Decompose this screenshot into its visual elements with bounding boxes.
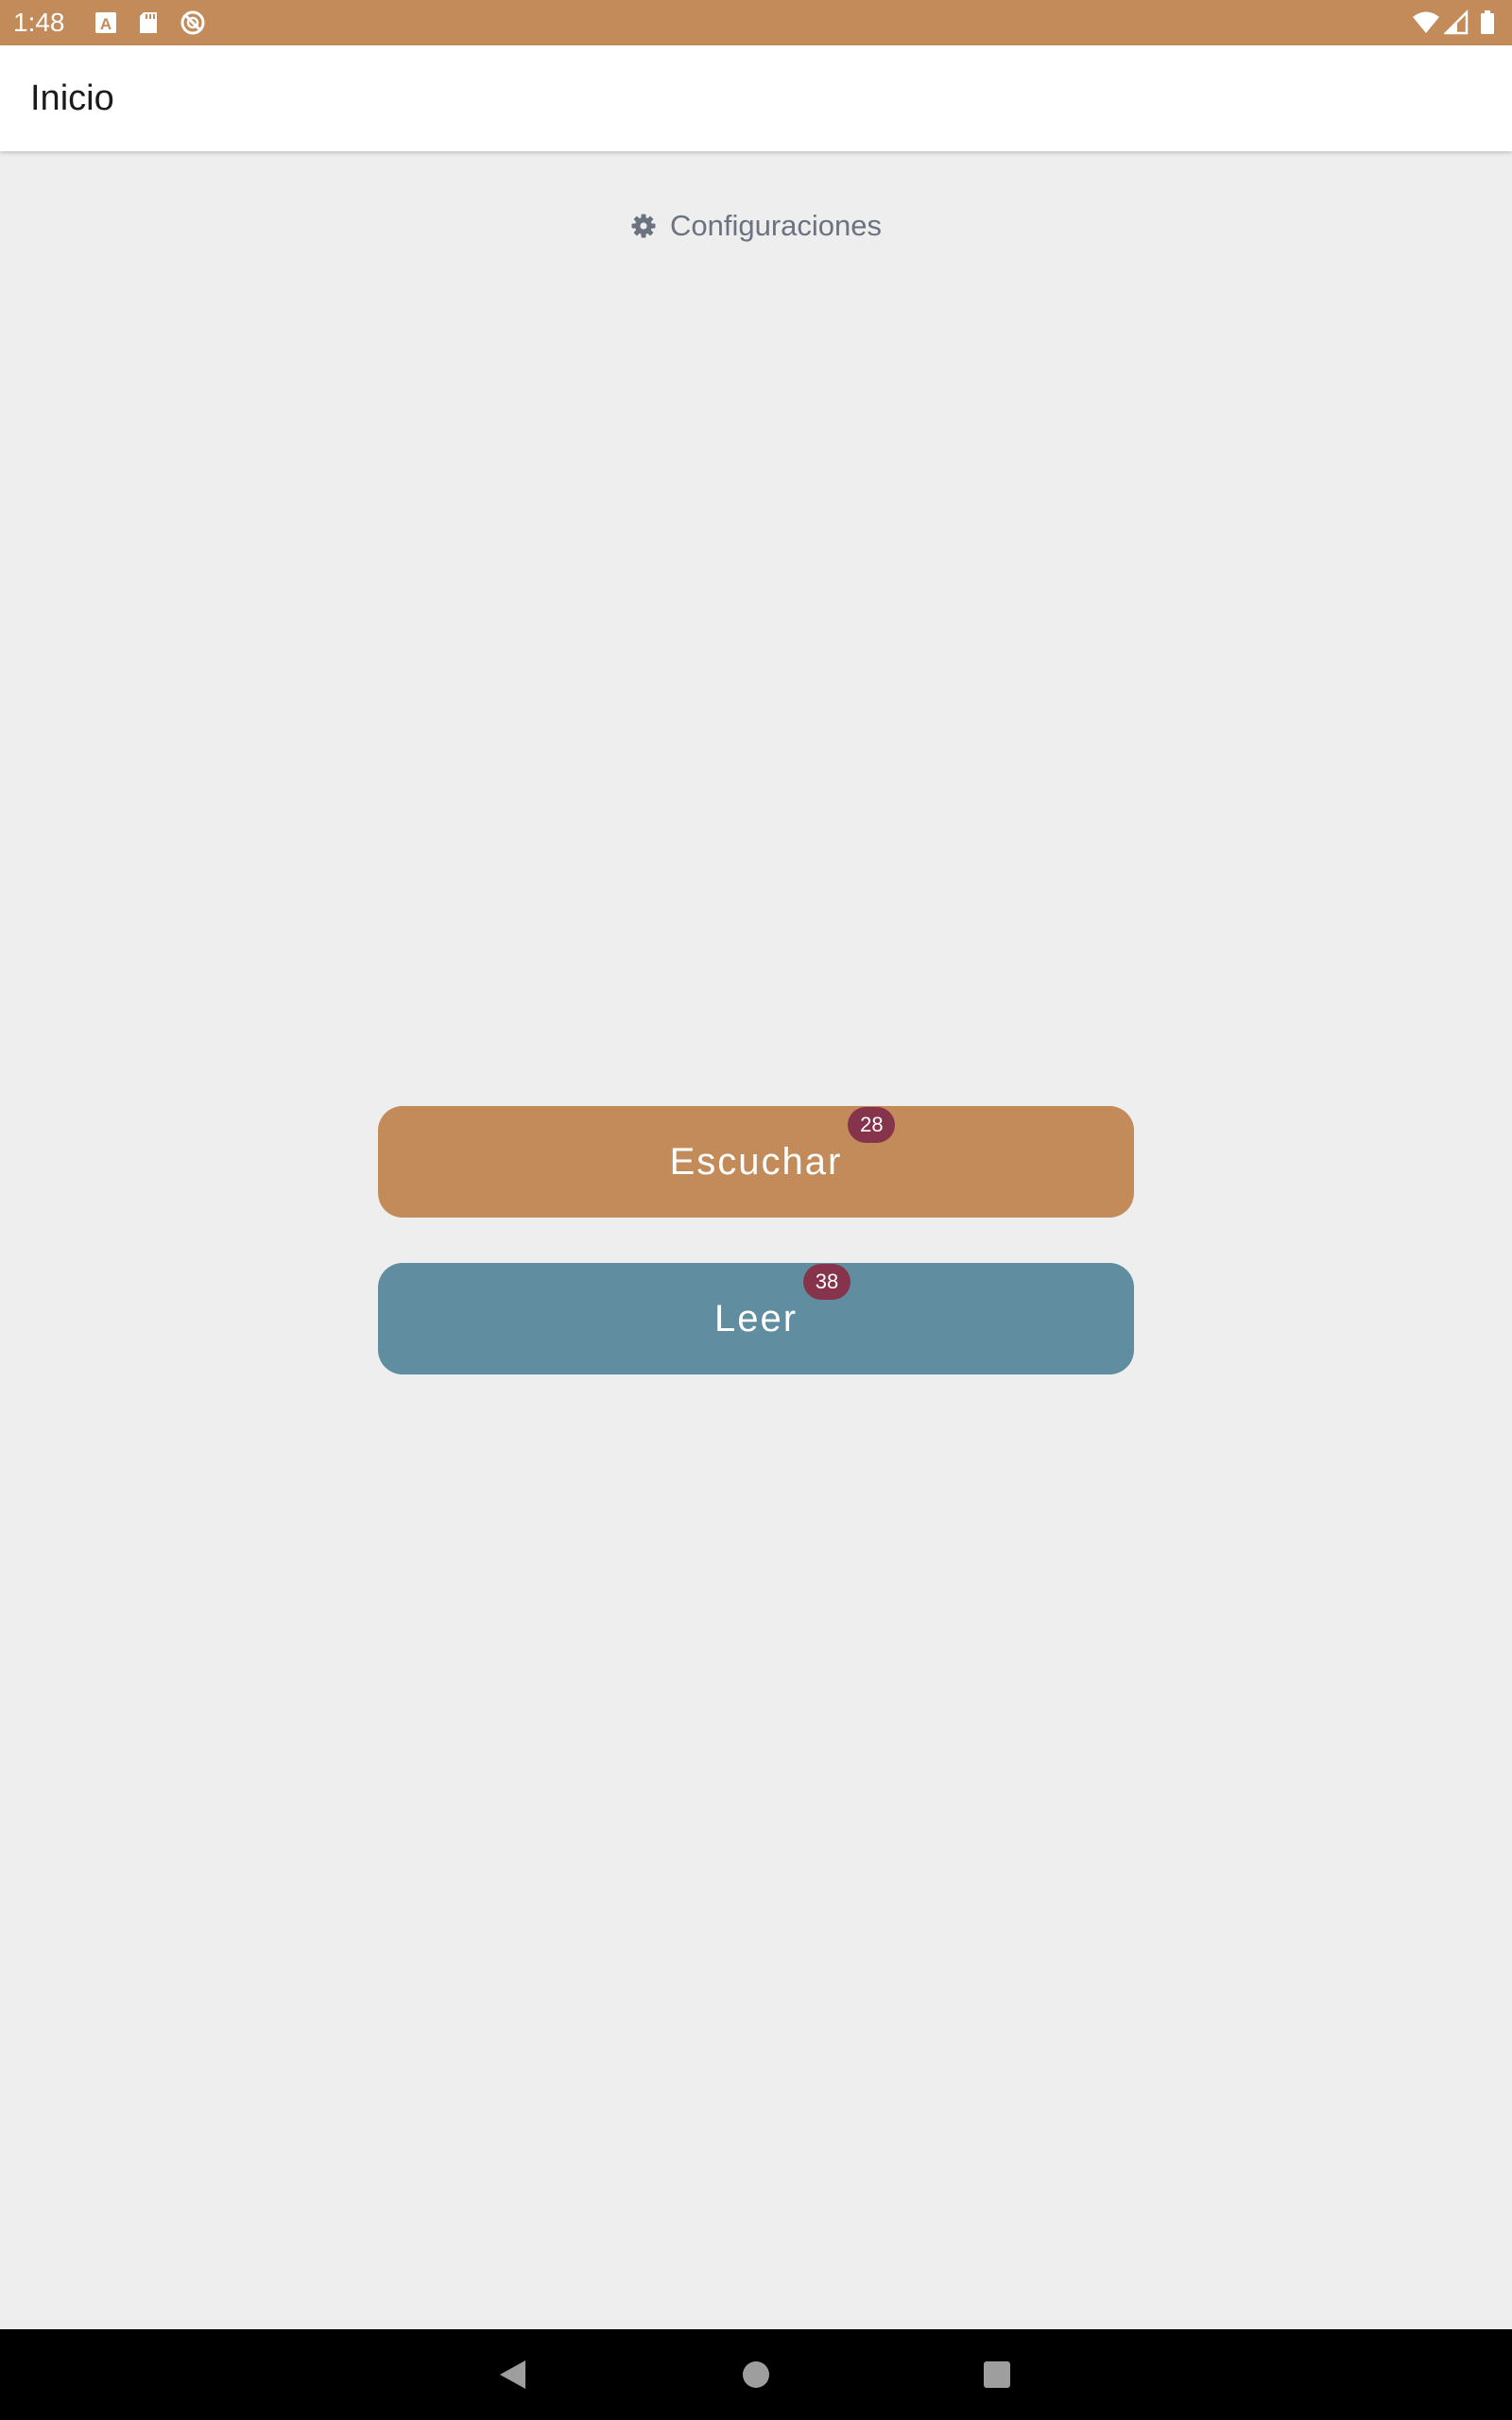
- listen-button-label-wrap: Escuchar 28: [669, 1106, 896, 1184]
- listen-button[interactable]: Escuchar 28: [378, 1106, 1134, 1218]
- back-icon[interactable]: [490, 2352, 535, 2397]
- status-bar: 1:48 A: [0, 0, 1512, 45]
- listen-button-label: Escuchar: [669, 1140, 843, 1183]
- no-sync-icon: [180, 9, 206, 36]
- listen-count-badge: 28: [848, 1106, 896, 1143]
- battery-icon: [1478, 9, 1504, 36]
- settings-link[interactable]: Configuraciones: [0, 204, 1512, 248]
- app-bar: Inicio: [0, 45, 1512, 151]
- wifi-icon: [1412, 9, 1439, 36]
- svg-text:A: A: [100, 15, 112, 33]
- sd-card-icon: [135, 9, 162, 36]
- a-keyboard-icon: A: [93, 9, 119, 36]
- settings-label: Configuraciones: [669, 209, 883, 242]
- read-button-label-wrap: Leer 38: [713, 1263, 851, 1340]
- home-icon[interactable]: [733, 2352, 779, 2397]
- read-button-label: Leer: [713, 1297, 799, 1340]
- signal-icon: [1442, 9, 1470, 36]
- page-title: Inicio: [30, 78, 114, 118]
- app-screen: 1:48 A Inicio Configuraciones Escuchar 2…: [0, 0, 1512, 2420]
- recents-icon[interactable]: [974, 2352, 1020, 2397]
- read-button[interactable]: Leer 38: [378, 1263, 1134, 1374]
- status-time: 1:48: [13, 8, 65, 37]
- read-count-badge: 38: [803, 1263, 851, 1300]
- navigation-bar: [0, 2329, 1512, 2420]
- gear-icon: [630, 213, 657, 239]
